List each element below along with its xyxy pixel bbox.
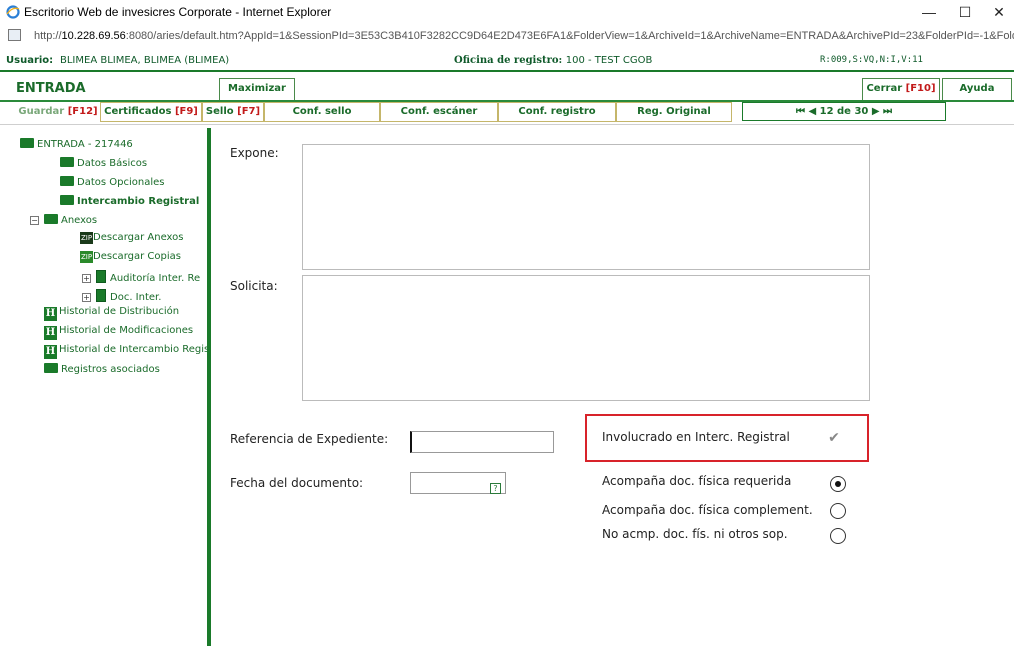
document-icon bbox=[96, 289, 106, 302]
download-icon: ZIP bbox=[80, 232, 93, 244]
oficina-registro: Oficina de registro: 100 - TEST CGOB bbox=[454, 55, 653, 66]
no-acomp-label: No acmp. doc. fís. ni otros sop. bbox=[602, 527, 788, 541]
cerrar-button[interactable]: Cerrar [F10] bbox=[862, 78, 940, 100]
acomp-complement-radio[interactable] bbox=[830, 503, 846, 519]
referencia-input[interactable] bbox=[410, 431, 554, 453]
solicita-label: Solicita: bbox=[230, 279, 278, 293]
folder-icon bbox=[44, 214, 58, 224]
acomp-requerida-label: Acompaña doc. física requerida bbox=[602, 474, 792, 488]
minimize-button[interactable]: — bbox=[914, 2, 944, 22]
page-icon bbox=[8, 29, 21, 41]
tree-item-intercambio-registral[interactable]: Intercambio Registral bbox=[60, 195, 199, 207]
page-title: ENTRADA bbox=[16, 81, 86, 96]
folder-icon bbox=[60, 157, 74, 167]
conf-registro-button[interactable]: Conf. registro bbox=[498, 102, 616, 122]
header-row: ENTRADA Maximizar Cerrar [F10] Ayuda bbox=[0, 78, 1014, 100]
conf-escaner-button[interactable]: Conf. escáner bbox=[380, 102, 498, 122]
tree-item-historial-modificaciones[interactable]: H Historial de Modificaciones bbox=[44, 325, 193, 340]
history-icon: H bbox=[44, 326, 57, 340]
involucrado-label: Involucrado en Interc. Registral bbox=[602, 430, 790, 444]
address-bar[interactable]: http://10.228.69.56:8080/aries/default.h… bbox=[0, 24, 1014, 48]
tree-item-registros-asociados[interactable]: Registros asociados bbox=[44, 363, 160, 375]
sello-button[interactable]: Sello [F7] bbox=[202, 102, 264, 122]
user-name: BLIMEA BLIMEA, BLIMEA (BLIMEA) bbox=[60, 55, 230, 66]
toolbar-divider bbox=[0, 124, 1014, 125]
last-record-button[interactable]: ⏭ bbox=[883, 106, 892, 117]
tree-item-historial-intercambio[interactable]: H Historial de Intercambio Regis bbox=[44, 344, 209, 359]
folder-open-icon bbox=[20, 138, 34, 148]
tree-item-descargar-anexos[interactable]: ZIPDescargar Anexos bbox=[80, 232, 183, 244]
expone-textarea[interactable] bbox=[302, 144, 870, 270]
history-icon: H bbox=[44, 345, 57, 359]
tree-item-datos-basicos[interactable]: Datos Básicos bbox=[60, 157, 147, 169]
expone-label: Expone: bbox=[230, 146, 279, 160]
expand-icon[interactable]: + bbox=[82, 293, 91, 302]
certificados-button[interactable]: Certificados [F9] bbox=[100, 102, 202, 122]
tree-item-doc-inter[interactable]: + Doc. Inter. bbox=[82, 289, 161, 303]
tree-item-datos-opcionales[interactable]: Datos Opcionales bbox=[60, 176, 164, 188]
window-title-bar: Escritorio Web de invesicres Corporate -… bbox=[0, 0, 1014, 24]
tree-root[interactable]: ENTRADA - 217446 bbox=[20, 138, 133, 150]
download-icon: ZIP bbox=[80, 251, 93, 263]
folder-icon bbox=[44, 363, 58, 373]
toolbar: Guardar [F12] Certificados [F9] Sello [F… bbox=[0, 102, 1014, 122]
maximizar-button[interactable]: Maximizar bbox=[219, 78, 295, 100]
panel-divider[interactable] bbox=[207, 128, 211, 646]
calendar-icon[interactable]: ? bbox=[490, 483, 501, 494]
user-label: Usuario: bbox=[6, 55, 54, 66]
guardar-button[interactable]: Guardar [F12] bbox=[16, 102, 100, 122]
folder-icon bbox=[60, 195, 74, 205]
referencia-label: Referencia de Expediente: bbox=[230, 432, 389, 446]
close-button[interactable]: ✕ bbox=[984, 2, 1014, 22]
user-bar: Usuario: BLIMEA BLIMEA, BLIMEA (BLIMEA) … bbox=[0, 50, 1014, 72]
tree-item-anexos[interactable]: − Anexos bbox=[30, 214, 97, 226]
next-record-button[interactable]: ▶ bbox=[872, 106, 880, 117]
record-navigator: ⏮ ◀ 12 de 30 ▶ ⏭ bbox=[742, 102, 946, 121]
address-host: 10.228.69.56 bbox=[61, 30, 126, 42]
maximize-button[interactable]: ☐ bbox=[950, 2, 980, 22]
acomp-complement-label: Acompaña doc. física complement. bbox=[602, 503, 813, 517]
conf-sello-button[interactable]: Conf. sello bbox=[264, 102, 380, 122]
ayuda-button[interactable]: Ayuda bbox=[942, 78, 1012, 100]
record-position: 12 de 30 bbox=[819, 106, 869, 117]
registry-code: R:009,S:VQ,N:I,V:11 bbox=[820, 55, 923, 65]
prev-record-button[interactable]: ◀ bbox=[808, 106, 816, 117]
solicita-textarea[interactable] bbox=[302, 275, 870, 401]
involucrado-checkbox[interactable]: ✔ bbox=[826, 430, 842, 446]
tree-item-auditoria[interactable]: + Auditoría Inter. Re bbox=[82, 270, 200, 284]
first-record-button[interactable]: ⏮ bbox=[796, 106, 805, 117]
collapse-icon[interactable]: − bbox=[30, 216, 39, 225]
no-acomp-radio[interactable] bbox=[830, 528, 846, 544]
document-icon bbox=[96, 270, 106, 283]
fecha-label: Fecha del documento: bbox=[230, 476, 364, 490]
tree-item-historial-distribucion[interactable]: H Historial de Distribución bbox=[44, 306, 179, 321]
internet-explorer-icon bbox=[6, 5, 20, 19]
expand-icon[interactable]: + bbox=[82, 274, 91, 283]
reg-original-button[interactable]: Reg. Original bbox=[616, 102, 732, 122]
window-title: Escritorio Web de invesicres Corporate -… bbox=[24, 5, 332, 19]
address-url[interactable]: http://10.228.69.56:8080/aries/default.h… bbox=[34, 30, 1014, 42]
tree-item-descargar-copias[interactable]: ZIPDescargar Copias bbox=[80, 251, 181, 263]
folder-icon bbox=[60, 176, 74, 186]
acomp-requerida-radio[interactable] bbox=[830, 476, 846, 492]
history-icon: H bbox=[44, 307, 57, 321]
